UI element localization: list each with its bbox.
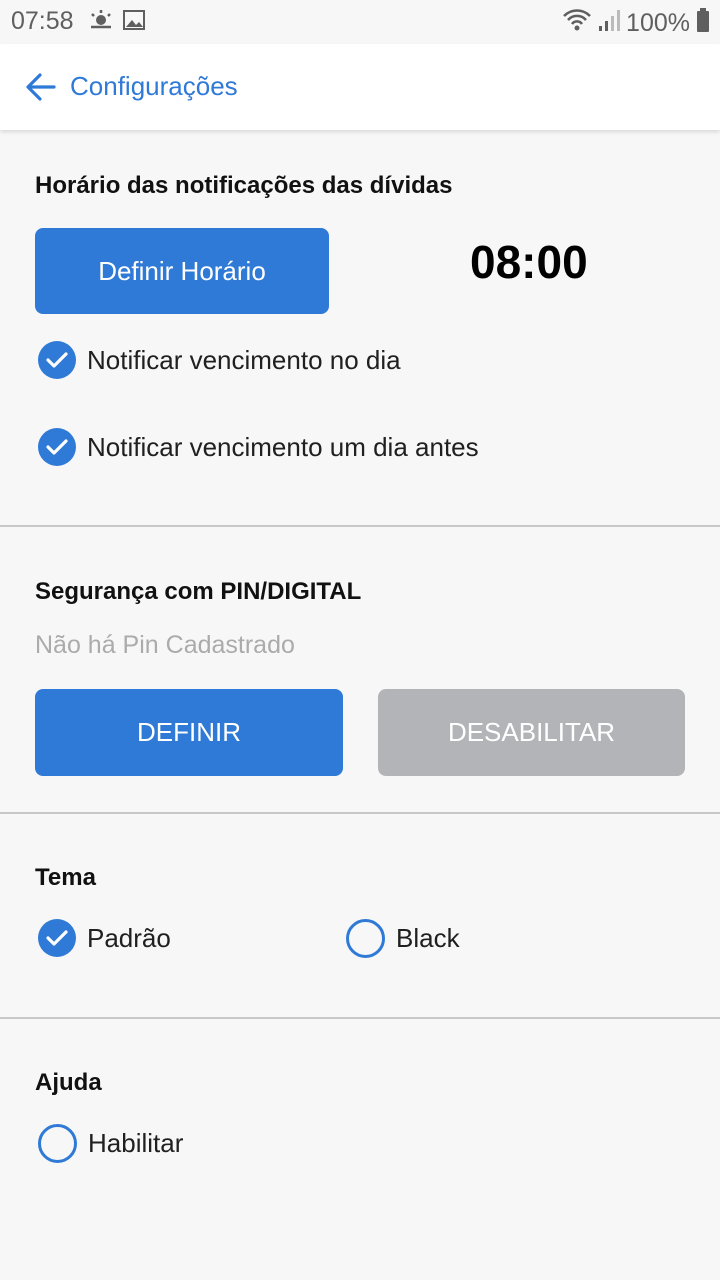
theme-black-label: Black bbox=[396, 923, 460, 953]
pin-status-text: Não há Pin Cadastrado bbox=[35, 631, 295, 659]
battery-percentage: 100% bbox=[626, 9, 690, 37]
app-bar: Configurações bbox=[0, 44, 720, 130]
define-pin-button[interactable]: DEFINIR bbox=[35, 689, 343, 776]
checkmark-icon bbox=[38, 919, 76, 957]
disable-pin-button[interactable]: DESABILITAR bbox=[378, 689, 685, 776]
page-title: Configurações bbox=[70, 71, 238, 101]
section-divider bbox=[0, 812, 720, 814]
notify-due-day-checkbox[interactable]: Notificar vencimento no dia bbox=[38, 341, 401, 379]
radio-unchecked-icon bbox=[346, 919, 385, 958]
section-divider bbox=[0, 525, 720, 527]
security-section-title: Segurança com PIN/DIGITAL bbox=[35, 578, 362, 605]
status-time: 07:58 bbox=[11, 7, 74, 35]
notification-time: 08:00 bbox=[470, 236, 588, 288]
checkmark-icon bbox=[38, 341, 76, 379]
theme-default-label: Padrão bbox=[87, 922, 171, 953]
section-divider bbox=[0, 1017, 720, 1019]
wifi-icon bbox=[562, 8, 592, 39]
radio-unchecked-icon bbox=[38, 1124, 77, 1163]
help-enable-label: Habilitar bbox=[88, 1128, 184, 1158]
status-bar: 07:58 100% bbox=[0, 0, 720, 44]
battery-icon bbox=[696, 7, 710, 40]
help-enable-radio[interactable]: Habilitar bbox=[38, 1124, 183, 1163]
checkmark-icon bbox=[38, 428, 76, 466]
image-icon bbox=[123, 9, 145, 38]
theme-default-radio[interactable]: Padrão bbox=[38, 919, 171, 957]
notify-day-before-checkbox[interactable]: Notificar vencimento um dia antes bbox=[38, 428, 479, 466]
back-arrow-icon[interactable] bbox=[24, 70, 58, 104]
theme-black-radio[interactable]: Black bbox=[346, 919, 460, 958]
help-section-title: Ajuda bbox=[35, 1069, 102, 1096]
theme-section-title: Tema bbox=[35, 864, 96, 891]
notify-day-before-label: Notificar vencimento um dia antes bbox=[87, 431, 479, 462]
notifications-section-title: Horário das notificações das dívidas bbox=[35, 172, 453, 199]
weather-icon bbox=[89, 9, 113, 38]
notify-due-day-label: Notificar vencimento no dia bbox=[87, 344, 401, 375]
signal-icon bbox=[598, 8, 621, 39]
set-time-button[interactable]: Definir Horário bbox=[35, 228, 329, 314]
